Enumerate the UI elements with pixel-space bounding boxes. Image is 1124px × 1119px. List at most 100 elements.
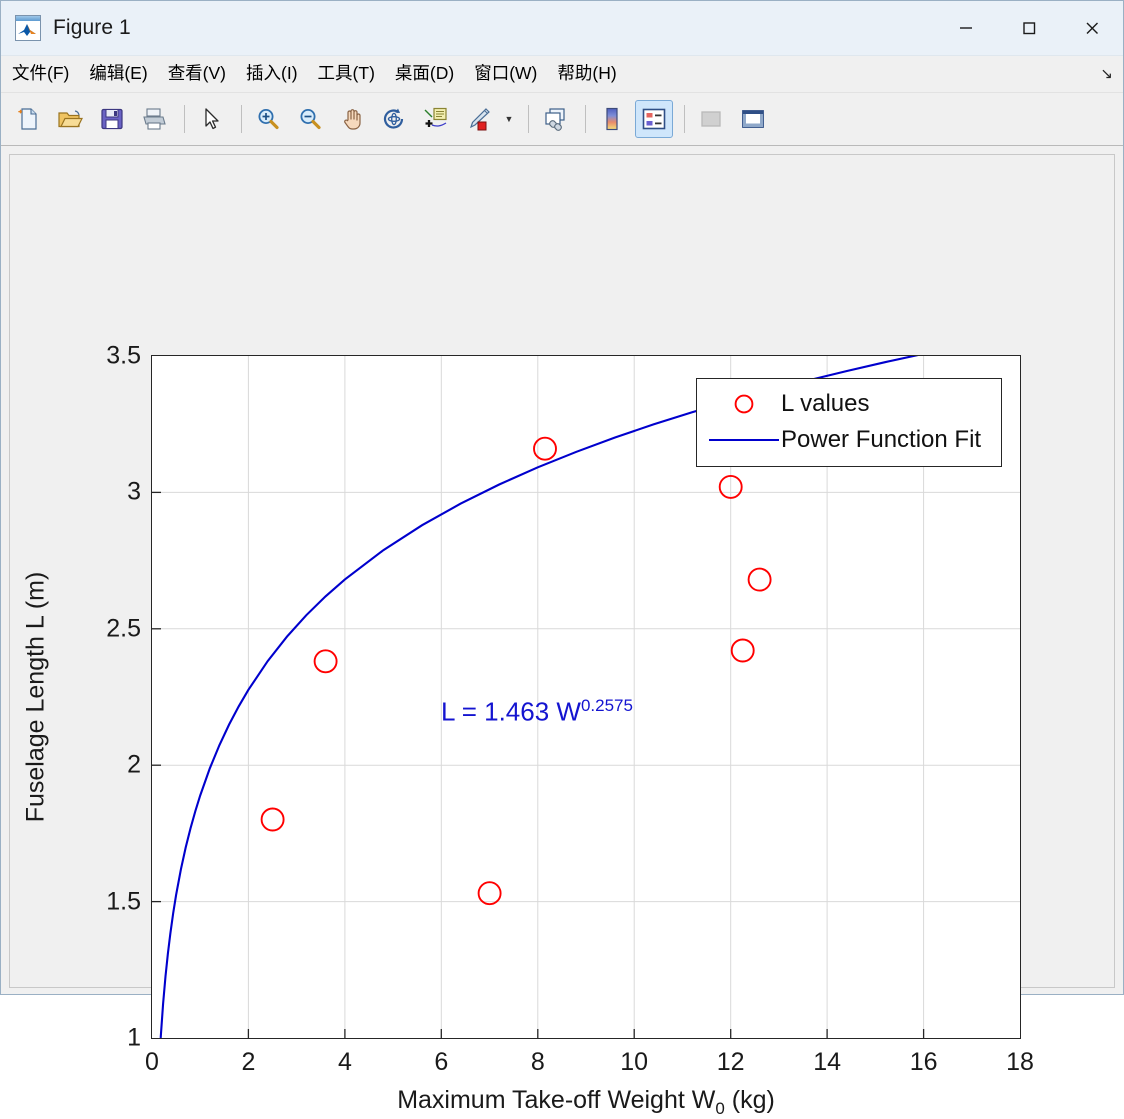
menu-bar: 文件(F) 编辑(E) 查看(V) 插入(I) 工具(T) 桌面(D) 窗口(W… [1,56,1123,93]
xtick-label: 16 [909,1048,938,1076]
save-figure-button[interactable] [93,100,131,138]
window-controls [934,1,1123,55]
toolbar-separator-5 [684,105,685,133]
ytick-label: 1 [127,1023,141,1052]
rotate-3d-icon [383,108,404,129]
menu-desktop[interactable]: 桌面(D) [386,63,463,85]
legend-entry-power-fit: Power Function Fit [707,422,989,458]
xtick-label: 10 [620,1048,649,1076]
toolbar-separator-2 [241,105,242,133]
ytick-label: 3.5 [106,341,141,370]
data-point [260,807,285,832]
data-point [313,649,338,674]
xtick-label: 6 [434,1048,449,1076]
rotate-3d-button[interactable] [375,100,413,138]
zoom-out-button[interactable] [291,100,329,138]
data-cursor-icon [424,107,447,127]
x-axis-label-unit: (kg) [724,1086,775,1114]
minimize-button[interactable] [934,1,997,55]
xtick-label: 2 [241,1048,256,1076]
open-file-icon [58,110,83,128]
xtick-label: 4 [337,1048,352,1076]
brush-button[interactable] [459,100,497,138]
menu-view[interactable]: 查看(V) [159,63,235,85]
show-plot-tools-button[interactable] [734,100,772,138]
tool-bar: ▼ [1,93,1123,146]
fit-equation-exponent: 0.2575 [580,696,633,715]
minimize-icon [959,27,972,29]
menu-overflow-arrow-icon[interactable]: ↘ [1100,67,1113,82]
xtick-label: 0 [145,1048,159,1076]
toolbar-separator-1 [184,105,185,133]
pan-button[interactable] [333,100,371,138]
ytick-label: 2 [127,750,141,779]
ytick-label: 1.5 [106,887,141,916]
new-figure-icon [18,108,37,130]
data-cursor-button[interactable] [417,100,455,138]
brush-dropdown-caret-icon[interactable]: ▼ [501,114,517,124]
menu-help[interactable]: 帮助(H) [548,63,625,85]
axes-plot-box: 1 1.5 2 2.5 3 3.5 0 2 4 6 8 10 12 14 16 … [22,342,1034,1119]
data-point [747,567,772,592]
close-icon [1086,22,1098,34]
show-plot-tools-icon [742,110,764,128]
title-bar: Figure 1 [1,1,1123,56]
xtick-label: 18 [1006,1048,1034,1076]
xtick-label: 14 [813,1048,841,1076]
link-plot-button[interactable] [536,100,574,138]
zoom-out-icon [300,109,321,130]
open-file-button[interactable] [51,100,89,138]
data-point [477,881,502,906]
pan-icon [344,109,361,130]
menu-tools[interactable]: 工具(T) [309,63,384,85]
legend-label: Power Function Fit [781,426,982,453]
colorbar-icon [606,107,618,131]
matlab-membrane-glyph [18,24,36,36]
window-title: Figure 1 [53,16,131,39]
figure-inner-panel: 1 1.5 2 2.5 3 3.5 0 2 4 6 8 10 12 14 16 … [9,154,1115,1118]
print-figure-button[interactable] [135,100,173,138]
menu-edit[interactable]: 编辑(E) [80,63,156,85]
maximize-button[interactable] [997,1,1060,55]
xtick-label: 8 [530,1048,545,1076]
x-axis-label: Maximum Take-off Weight W0 (kg) [397,1086,775,1119]
legend[interactable]: L values Power Function Fit [696,378,1002,467]
link-plot-icon [545,108,565,131]
pointer-button[interactable] [192,100,230,138]
legend-marker-circle-icon [707,393,781,415]
hide-plot-tools-button[interactable] [692,100,730,138]
fit-equation-annotation: L = 1.463 W0.2575 [441,696,633,728]
brush-icon [469,108,490,131]
matlab-logo-icon [15,15,41,41]
toolbar-separator-4 [585,105,586,133]
hide-plot-tools-icon [701,111,721,127]
legend-label: L values [781,390,870,417]
legend-entry-l-values: L values [707,386,989,422]
xtick-label: 12 [716,1048,745,1076]
ytick-label: 3 [127,477,141,506]
zoom-in-button[interactable] [249,100,287,138]
maximize-icon [1022,22,1035,35]
save-figure-icon [101,108,123,130]
menu-file[interactable]: 文件(F) [3,63,78,85]
fit-equation-prefix: L = 1.463 W [441,696,581,727]
print-figure-icon [143,108,166,130]
legend-icon [642,108,666,130]
new-figure-button[interactable] [9,100,47,138]
menu-insert[interactable]: 插入(I) [237,63,307,85]
figure-canvas: 1 1.5 2 2.5 3 3.5 0 2 4 6 8 10 12 14 16 … [1,146,1123,1118]
menu-window[interactable]: 窗口(W) [465,63,546,85]
data-point [730,638,755,663]
y-axis-label: Fuselage Length L (m) [21,571,50,823]
zoom-in-icon [258,109,279,130]
colorbar-button[interactable] [593,100,631,138]
legend-line-icon [707,434,781,446]
close-button[interactable] [1060,1,1123,55]
figure-window: Figure 1 文件(F) 编辑(E) 查看(V) 插入(I) 工具(T) 桌… [0,0,1124,1118]
ytick-label: 2.5 [106,614,141,643]
toolbar-separator-3 [528,105,529,133]
pointer-icon [205,108,219,130]
x-axis-label-main: Maximum Take-off Weight W [397,1086,716,1114]
legend-button[interactable] [635,100,673,138]
x-axis-label-subscript: 0 [715,1099,725,1118]
